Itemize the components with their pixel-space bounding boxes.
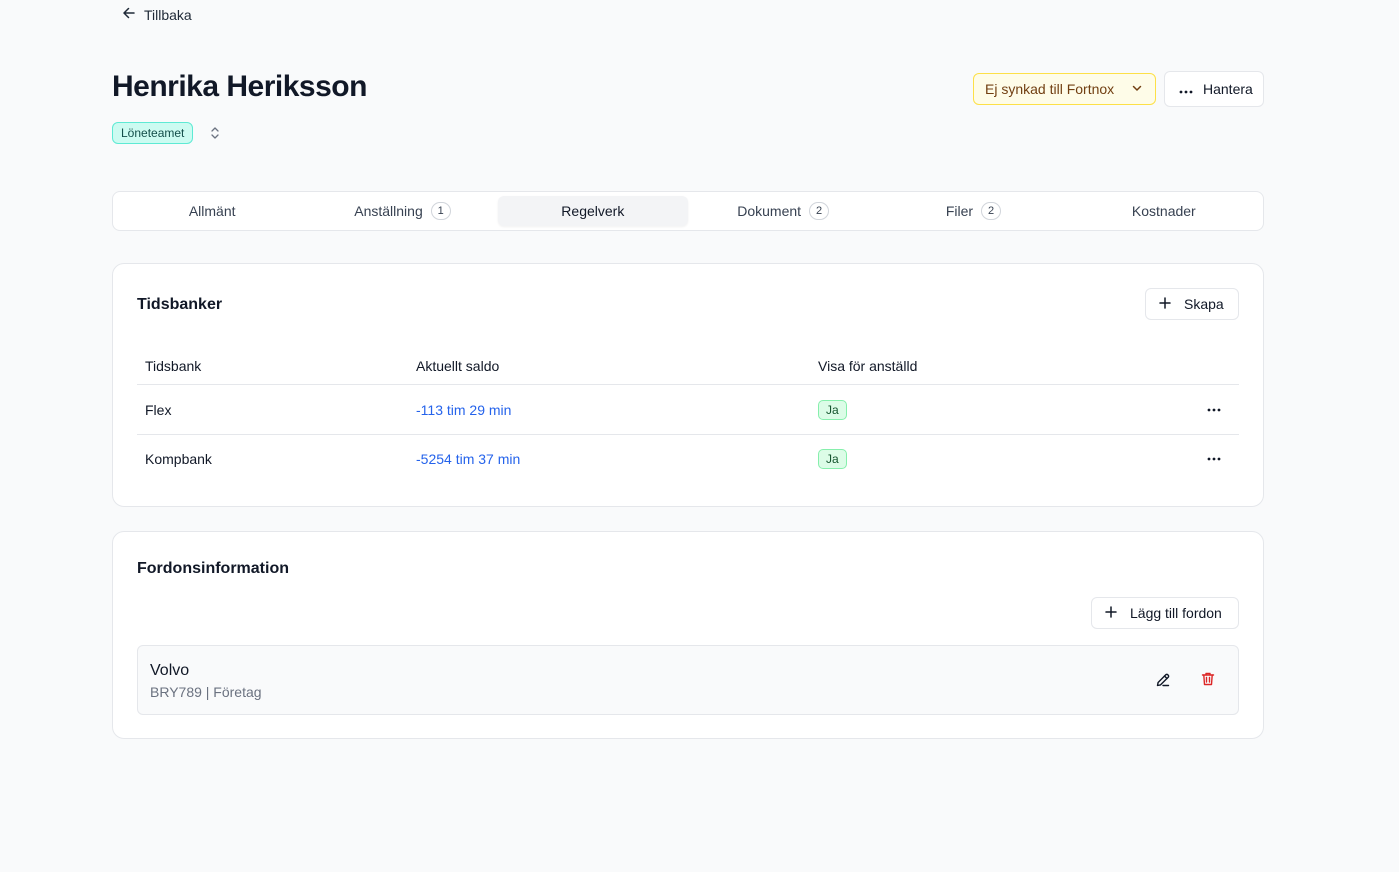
create-label: Skapa [1184,296,1224,312]
team-badge: Löneteamet [112,122,194,144]
tab-label: Regelverk [561,203,625,219]
tab-employment[interactable]: Anställning 1 [307,196,497,226]
ellipsis-icon[interactable] [1207,457,1221,461]
team-row: Löneteamet [112,122,221,144]
tab-bar: Allmänt Anställning 1 Regelverk Dokument… [112,191,1264,231]
tab-label: Allmänt [188,203,236,219]
manage-button[interactable]: Hantera [1164,71,1264,107]
timebanks-table: Tidsbank Aktuellt saldo Visa för anställ… [137,348,1239,483]
timebanks-card: Tidsbanker Skapa Tidsbank Aktuellt saldo… [112,263,1264,507]
ellipsis-icon[interactable] [1207,408,1221,412]
back-label: Tillbaka [144,6,192,23]
vehicles-card: Fordonsinformation Lägg till fordon Volv… [112,531,1264,739]
column-header: Visa för anställd [818,358,918,374]
tab-label: Kostnader [1131,203,1196,219]
pencil-icon[interactable] [1155,672,1171,688]
create-timebank-button[interactable]: Skapa [1145,288,1239,320]
column-header: Aktuellt saldo [416,358,500,374]
manage-label: Hantera [1203,81,1253,97]
show-to-employee-badge: Ja [818,449,847,469]
add-vehicle-label: Lägg till fordon [1130,605,1222,621]
chevron-up-down-icon[interactable] [209,125,221,141]
tab-count-badge: 1 [430,202,451,220]
tab-label: Dokument [737,203,802,219]
timebank-name: Kompbank [145,451,212,467]
timebank-name: Flex [145,401,172,418]
tab-label: Anställning [354,203,423,219]
sync-status-label: Ej synkad till Fortnox [985,81,1115,97]
timebank-balance-link[interactable]: -113 tim 29 min [416,402,511,418]
tab-count-badge: 2 [981,202,1002,220]
back-link[interactable]: Tillbaka [122,6,192,23]
tab-costs[interactable]: Kostnader [1069,196,1259,226]
trash-icon[interactable] [1200,671,1216,687]
show-to-employee-badge: Ja [818,399,847,420]
chevron-down-icon [1131,81,1143,97]
arrow-left-icon [122,6,136,23]
timebanks-title: Tidsbanker [137,296,223,313]
tab-count-badge: 2 [809,202,830,220]
tab-documents[interactable]: Dokument 2 [688,196,878,226]
table-row: Kompbank -5254 tim 37 min Ja [137,434,1239,483]
plus-icon [1158,296,1172,313]
table-row: Flex -113 tim 29 min Ja [137,385,1239,434]
tab-label: Filer [945,203,974,219]
add-vehicle-button[interactable]: Lägg till fordon [1091,597,1239,629]
vehicles-title: Fordonsinformation [137,560,289,577]
tab-general[interactable]: Allmänt [117,196,307,226]
vehicle-meta: BRY789 | Företag [150,684,262,700]
tab-rules[interactable]: Regelverk [497,196,688,226]
vehicle-name: Volvo [150,662,190,679]
tab-files[interactable]: Filer 2 [878,196,1068,226]
page-title: Henrika Heriksson [112,70,367,103]
column-header: Tidsbank [145,358,202,374]
plus-icon [1104,605,1118,622]
ellipsis-icon [1179,81,1193,97]
fortnox-sync-dropdown[interactable]: Ej synkad till Fortnox [973,73,1156,105]
table-header: Tidsbank Aktuellt saldo Visa för anställ… [137,348,1239,385]
list-item: Volvo BRY789 | Företag [137,645,1239,715]
timebank-balance-link[interactable]: -5254 tim 37 min [416,451,520,467]
